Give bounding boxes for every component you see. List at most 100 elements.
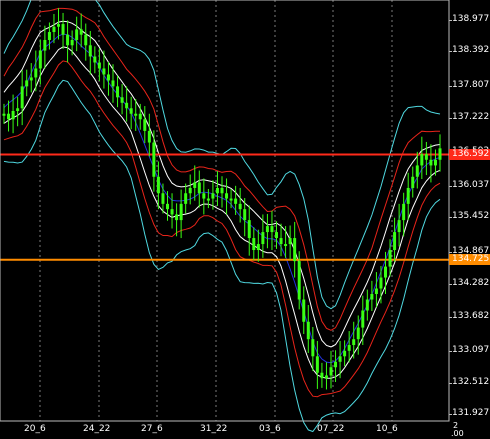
candle-body-50 — [229, 198, 233, 201]
price-tick-label: 133.682 — [452, 311, 490, 321]
candle-body-6 — [29, 77, 33, 81]
candle-body-5 — [25, 80, 29, 87]
candle-body-96 — [438, 148, 442, 160]
price-tick-mark — [449, 252, 452, 253]
candle-body-72 — [329, 367, 333, 376]
candle-body-47 — [215, 187, 219, 194]
candle-body-42 — [193, 182, 197, 188]
candle-body-16 — [75, 29, 79, 40]
level-label-0: 136.592 — [449, 149, 490, 161]
price-tick-label: 134.282 — [452, 278, 490, 288]
candle-body-71 — [324, 375, 328, 379]
candle-body-2 — [11, 110, 15, 120]
candle-body-55 — [252, 238, 256, 251]
candle-body-11 — [52, 26, 56, 33]
price-tick-mark — [449, 186, 452, 187]
candle-body-44 — [202, 193, 206, 199]
candle-body-48 — [220, 187, 224, 194]
candle-body-53 — [243, 209, 247, 221]
candle-body-70 — [320, 372, 324, 379]
candle-body-34 — [156, 176, 160, 194]
candle-body-65 — [297, 261, 301, 300]
candle-body-7 — [34, 68, 38, 78]
candle-body-43 — [197, 182, 201, 194]
corner-label-bottom: .00 — [451, 429, 464, 438]
candle-body-9 — [43, 39, 47, 51]
time-tick-label: 20_6 — [24, 424, 46, 434]
candle-body-91 — [415, 165, 419, 177]
price-tick-label: 132.512 — [452, 377, 490, 387]
candle-body-27 — [125, 102, 129, 109]
candle-body-10 — [47, 32, 51, 40]
price-tick-label: 131.927 — [452, 408, 490, 418]
candle-body-67 — [306, 321, 310, 340]
candle-body-20 — [93, 56, 97, 63]
candle-body-28 — [129, 108, 133, 114]
forex-chart[interactable]: 138.977 138.392 137.807 137.222 136.592 136.0… — [0, 0, 490, 439]
price-tick-mark — [449, 51, 452, 52]
time-tick-label: 03_6 — [259, 424, 281, 434]
candles — [2, 8, 442, 390]
candle-body-82 — [374, 288, 378, 295]
band-red-upper — [3, 7, 440, 331]
price-tick-label: 138.977 — [452, 14, 490, 24]
candle-body-92 — [420, 154, 424, 166]
candle-body-64 — [293, 238, 297, 262]
price-tick-label: 137.807 — [452, 80, 490, 90]
candle-body-78 — [356, 327, 360, 340]
time-tick-label: 27_6 — [141, 424, 163, 434]
candle-body-73 — [334, 361, 338, 368]
candle-body-85 — [388, 250, 392, 267]
candle-body-84 — [384, 266, 387, 278]
candle-body-13 — [61, 24, 65, 35]
price-tick-label: 136.037 — [452, 180, 490, 190]
candle-body-33 — [152, 142, 156, 177]
candle-body-41 — [188, 187, 192, 194]
candle-body-63 — [288, 238, 292, 245]
price-tick-mark — [449, 284, 452, 285]
candle-body-54 — [247, 220, 251, 239]
time-tick-label: 07_22 — [317, 424, 345, 434]
candle-body-83 — [379, 277, 383, 289]
candle-body-86 — [393, 232, 397, 251]
candle-body-17 — [79, 29, 83, 35]
candle-body-94 — [429, 159, 433, 166]
candle-body-1 — [7, 113, 11, 120]
candle-body-22 — [102, 68, 106, 75]
price-tick-label: 133.097 — [452, 345, 490, 355]
candle-body-36 — [166, 203, 169, 210]
chart-plot-area[interactable] — [0, 0, 490, 439]
candle-body-3 — [16, 108, 20, 111]
level-label-1: 134.725 — [449, 254, 490, 266]
candle-body-60 — [275, 232, 278, 239]
price-tick-label: 137.222 — [452, 112, 490, 122]
candle-body-68 — [311, 339, 315, 357]
price-tick-mark — [449, 317, 452, 318]
candle-body-45 — [206, 198, 210, 201]
candle-body-18 — [84, 34, 88, 46]
candle-body-88 — [402, 203, 406, 221]
price-tick-mark — [449, 383, 452, 384]
candle-body-75 — [343, 350, 347, 357]
candle-body-38 — [175, 214, 179, 221]
candle-body-77 — [352, 339, 356, 346]
indicator-bands — [3, 0, 441, 433]
price-tick-mark — [449, 86, 452, 87]
candle-body-46 — [211, 193, 215, 199]
candle-body-89 — [406, 187, 410, 204]
candle-body-12 — [57, 24, 60, 27]
candle-body-0 — [2, 113, 6, 116]
candle-body-90 — [411, 176, 415, 188]
price-tick-mark — [449, 414, 452, 415]
candle-body-57 — [261, 232, 265, 245]
time-tick-label: 31_22 — [200, 424, 228, 434]
candle-body-51 — [234, 198, 238, 204]
plot-border — [0, 0, 450, 422]
candle-body-32 — [147, 130, 151, 143]
price-tick-mark — [449, 20, 452, 21]
candle-body-74 — [338, 356, 342, 362]
candle-body-26 — [120, 97, 124, 103]
candle-body-4 — [20, 86, 24, 109]
candle-body-8 — [38, 50, 42, 69]
candle-body-19 — [88, 45, 92, 57]
